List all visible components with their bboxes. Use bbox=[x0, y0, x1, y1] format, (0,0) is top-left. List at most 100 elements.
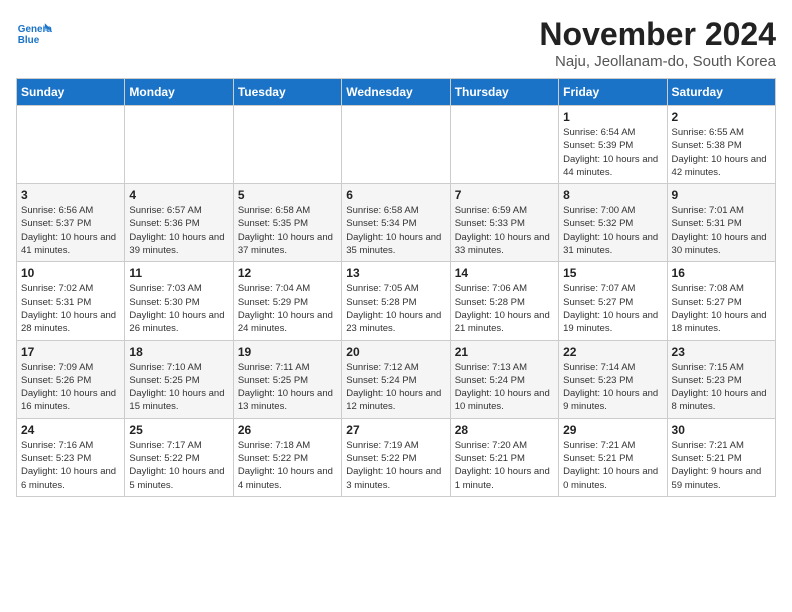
logo-icon: General Blue bbox=[16, 16, 52, 52]
day-info: Sunrise: 6:59 AM Sunset: 5:33 PM Dayligh… bbox=[455, 204, 554, 257]
title-area: November 2024 Naju, Jeollanam-do, South … bbox=[539, 16, 776, 70]
table-row bbox=[125, 106, 233, 184]
day-number: 27 bbox=[346, 423, 445, 437]
table-row: 5 Sunrise: 6:58 AM Sunset: 5:35 PM Daylig… bbox=[233, 184, 341, 262]
table-row: 20 Sunrise: 7:12 AM Sunset: 5:24 PM Dayli… bbox=[342, 340, 450, 418]
col-sunday: Sunday bbox=[17, 79, 125, 106]
day-number: 25 bbox=[129, 423, 228, 437]
day-number: 23 bbox=[672, 345, 771, 359]
table-row: 1 Sunrise: 6:54 AM Sunset: 5:39 PM Daylig… bbox=[559, 106, 667, 184]
day-info: Sunrise: 6:54 AM Sunset: 5:39 PM Dayligh… bbox=[563, 126, 662, 179]
day-number: 13 bbox=[346, 266, 445, 280]
table-row: 21 Sunrise: 7:13 AM Sunset: 5:24 PM Dayli… bbox=[450, 340, 558, 418]
table-row bbox=[233, 106, 341, 184]
day-info: Sunrise: 7:21 AM Sunset: 5:21 PM Dayligh… bbox=[563, 439, 662, 492]
day-info: Sunrise: 7:05 AM Sunset: 5:28 PM Dayligh… bbox=[346, 282, 445, 335]
day-info: Sunrise: 7:00 AM Sunset: 5:32 PM Dayligh… bbox=[563, 204, 662, 257]
day-number: 26 bbox=[238, 423, 337, 437]
table-row: 13 Sunrise: 7:05 AM Sunset: 5:28 PM Dayli… bbox=[342, 262, 450, 340]
table-row: 9Sunrise: 7:01 AM Sunset: 5:31 PM Daylig… bbox=[667, 184, 775, 262]
col-thursday: Thursday bbox=[450, 79, 558, 106]
header: General Blue November 2024 Naju, Jeollan… bbox=[16, 16, 776, 70]
day-number: 5 bbox=[238, 188, 337, 202]
table-row: 22 Sunrise: 7:14 AM Sunset: 5:23 PM Dayli… bbox=[559, 340, 667, 418]
day-number: 2 bbox=[672, 110, 771, 124]
day-number: 11 bbox=[129, 266, 228, 280]
table-row: 15 Sunrise: 7:07 AM Sunset: 5:27 PM Dayli… bbox=[559, 262, 667, 340]
day-info: Sunrise: 7:15 AM Sunset: 5:23 PM Dayligh… bbox=[672, 361, 771, 414]
calendar-week-3: 17Sunrise: 7:09 AM Sunset: 5:26 PM Dayli… bbox=[17, 340, 776, 418]
day-info: Sunrise: 7:19 AM Sunset: 5:22 PM Dayligh… bbox=[346, 439, 445, 492]
day-info: Sunrise: 7:03 AM Sunset: 5:30 PM Dayligh… bbox=[129, 282, 228, 335]
day-info: Sunrise: 6:58 AM Sunset: 5:35 PM Dayligh… bbox=[238, 204, 337, 257]
day-info: Sunrise: 7:09 AM Sunset: 5:26 PM Dayligh… bbox=[21, 361, 120, 414]
table-row: 7 Sunrise: 6:59 AM Sunset: 5:33 PM Daylig… bbox=[450, 184, 558, 262]
table-row: 2Sunrise: 6:55 AM Sunset: 5:38 PM Daylig… bbox=[667, 106, 775, 184]
table-row: 4 Sunrise: 6:57 AM Sunset: 5:36 PM Daylig… bbox=[125, 184, 233, 262]
svg-text:Blue: Blue bbox=[18, 35, 40, 46]
day-number: 18 bbox=[129, 345, 228, 359]
day-info: Sunrise: 7:07 AM Sunset: 5:27 PM Dayligh… bbox=[563, 282, 662, 335]
table-row: 17Sunrise: 7:09 AM Sunset: 5:26 PM Dayli… bbox=[17, 340, 125, 418]
table-row: 3Sunrise: 6:56 AM Sunset: 5:37 PM Daylig… bbox=[17, 184, 125, 262]
day-number: 29 bbox=[563, 423, 662, 437]
table-row: 18Sunrise: 7:10 AM Sunset: 5:25 PM Dayli… bbox=[125, 340, 233, 418]
day-number: 19 bbox=[238, 345, 337, 359]
day-number: 4 bbox=[129, 188, 228, 202]
table-row bbox=[450, 106, 558, 184]
day-info: Sunrise: 7:04 AM Sunset: 5:29 PM Dayligh… bbox=[238, 282, 337, 335]
col-wednesday: Wednesday bbox=[342, 79, 450, 106]
day-number: 15 bbox=[563, 266, 662, 280]
day-number: 16 bbox=[672, 266, 771, 280]
day-number: 7 bbox=[455, 188, 554, 202]
table-row: 27 Sunrise: 7:19 AM Sunset: 5:22 PM Dayli… bbox=[342, 418, 450, 496]
calendar-week-0: 1 Sunrise: 6:54 AM Sunset: 5:39 PM Daylig… bbox=[17, 106, 776, 184]
table-row: 29 Sunrise: 7:21 AM Sunset: 5:21 PM Dayli… bbox=[559, 418, 667, 496]
day-info: Sunrise: 7:21 AM Sunset: 5:21 PM Dayligh… bbox=[672, 439, 771, 492]
table-row: 14 Sunrise: 7:06 AM Sunset: 5:28 PM Dayli… bbox=[450, 262, 558, 340]
table-row: 30Sunrise: 7:21 AM Sunset: 5:21 PM Dayli… bbox=[667, 418, 775, 496]
calendar-week-1: 3Sunrise: 6:56 AM Sunset: 5:37 PM Daylig… bbox=[17, 184, 776, 262]
day-number: 28 bbox=[455, 423, 554, 437]
calendar-table: Sunday Monday Tuesday Wednesday Thursday… bbox=[16, 78, 776, 497]
day-info: Sunrise: 6:57 AM Sunset: 5:36 PM Dayligh… bbox=[129, 204, 228, 257]
table-row: 24 Sunrise: 7:16 AM Sunset: 5:23 PM Dayli… bbox=[17, 418, 125, 496]
logo: General Blue bbox=[16, 16, 52, 52]
day-number: 22 bbox=[563, 345, 662, 359]
day-number: 8 bbox=[563, 188, 662, 202]
day-number: 10 bbox=[21, 266, 120, 280]
table-row bbox=[17, 106, 125, 184]
day-number: 12 bbox=[238, 266, 337, 280]
day-number: 24 bbox=[21, 423, 120, 437]
col-friday: Friday bbox=[559, 79, 667, 106]
table-row: 16 Sunrise: 7:08 AM Sunset: 5:27 PM Dayli… bbox=[667, 262, 775, 340]
day-number: 6 bbox=[346, 188, 445, 202]
calendar-week-2: 10Sunrise: 7:02 AM Sunset: 5:31 PM Dayli… bbox=[17, 262, 776, 340]
day-number: 20 bbox=[346, 345, 445, 359]
day-info: Sunrise: 7:13 AM Sunset: 5:24 PM Dayligh… bbox=[455, 361, 554, 414]
day-info: Sunrise: 7:14 AM Sunset: 5:23 PM Dayligh… bbox=[563, 361, 662, 414]
table-row: 23 Sunrise: 7:15 AM Sunset: 5:23 PM Dayli… bbox=[667, 340, 775, 418]
table-row bbox=[342, 106, 450, 184]
day-info: Sunrise: 7:17 AM Sunset: 5:22 PM Dayligh… bbox=[129, 439, 228, 492]
day-info: Sunrise: 7:12 AM Sunset: 5:24 PM Dayligh… bbox=[346, 361, 445, 414]
day-info: Sunrise: 6:56 AM Sunset: 5:37 PM Dayligh… bbox=[21, 204, 120, 257]
col-saturday: Saturday bbox=[667, 79, 775, 106]
day-info: Sunrise: 7:16 AM Sunset: 5:23 PM Dayligh… bbox=[21, 439, 120, 492]
day-number: 14 bbox=[455, 266, 554, 280]
day-info: Sunrise: 7:06 AM Sunset: 5:28 PM Dayligh… bbox=[455, 282, 554, 335]
table-row: 6Sunrise: 6:58 AM Sunset: 5:34 PM Daylig… bbox=[342, 184, 450, 262]
day-info: Sunrise: 7:20 AM Sunset: 5:21 PM Dayligh… bbox=[455, 439, 554, 492]
header-row: Sunday Monday Tuesday Wednesday Thursday… bbox=[17, 79, 776, 106]
calendar-subtitle: Naju, Jeollanam-do, South Korea bbox=[539, 53, 776, 70]
table-row: 28 Sunrise: 7:20 AM Sunset: 5:21 PM Dayli… bbox=[450, 418, 558, 496]
day-number: 1 bbox=[563, 110, 662, 124]
table-row: 10Sunrise: 7:02 AM Sunset: 5:31 PM Dayli… bbox=[17, 262, 125, 340]
table-row: 8 Sunrise: 7:00 AM Sunset: 5:32 PM Daylig… bbox=[559, 184, 667, 262]
calendar-week-4: 24 Sunrise: 7:16 AM Sunset: 5:23 PM Dayli… bbox=[17, 418, 776, 496]
day-info: Sunrise: 7:08 AM Sunset: 5:27 PM Dayligh… bbox=[672, 282, 771, 335]
table-row: 19Sunrise: 7:11 AM Sunset: 5:25 PM Dayli… bbox=[233, 340, 341, 418]
table-row: 12 Sunrise: 7:04 AM Sunset: 5:29 PM Dayli… bbox=[233, 262, 341, 340]
day-number: 21 bbox=[455, 345, 554, 359]
day-info: Sunrise: 7:18 AM Sunset: 5:22 PM Dayligh… bbox=[238, 439, 337, 492]
